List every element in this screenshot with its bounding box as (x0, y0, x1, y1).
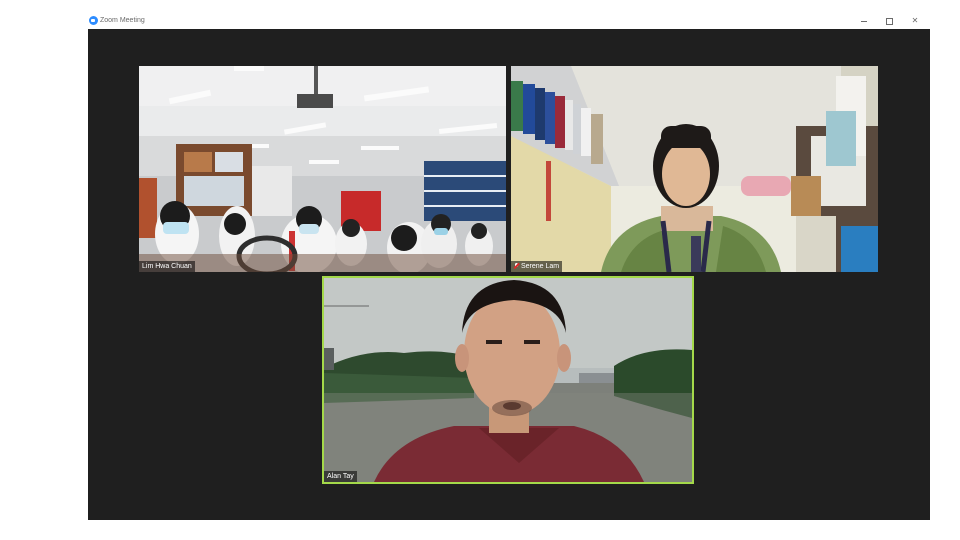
outdoor-video-feed (324, 278, 692, 482)
restore-button[interactable] (882, 15, 896, 26)
participant-video-tile[interactable]: Serene Lam (511, 66, 878, 272)
participant-name: Serene Lam (521, 263, 560, 270)
participant-video-tile[interactable]: Lim Hwa Chuan (139, 66, 506, 272)
close-button[interactable]: ✕ (908, 15, 922, 26)
participant-name: Alan Tay (327, 473, 354, 480)
participant-name-tag: Lim Hwa Chuan (139, 261, 195, 272)
classroom-video-feed (139, 66, 506, 272)
close-icon: ✕ (911, 16, 919, 25)
window-title: Zoom Meeting (100, 17, 145, 24)
restore-icon (886, 18, 893, 25)
participant-name: Lim Hwa Chuan (142, 263, 192, 270)
active-speaker-video-tile[interactable]: Alan Tay (322, 276, 694, 484)
minimize-icon (861, 21, 867, 22)
office-video-feed (511, 66, 878, 272)
participant-name-tag: Serene Lam (511, 261, 563, 272)
zoom-logo-icon (89, 16, 98, 25)
microphone-muted-icon (514, 263, 519, 269)
title-bar: Zoom Meeting ✕ (88, 12, 930, 29)
zoom-window: Zoom Meeting ✕ Lim Hwa Chuan Serene Lam … (88, 12, 930, 520)
minimize-button[interactable] (857, 15, 871, 26)
gallery-view: Lim Hwa Chuan Serene Lam Alan Tay (88, 29, 930, 520)
participant-name-tag: Alan Tay (324, 471, 357, 482)
